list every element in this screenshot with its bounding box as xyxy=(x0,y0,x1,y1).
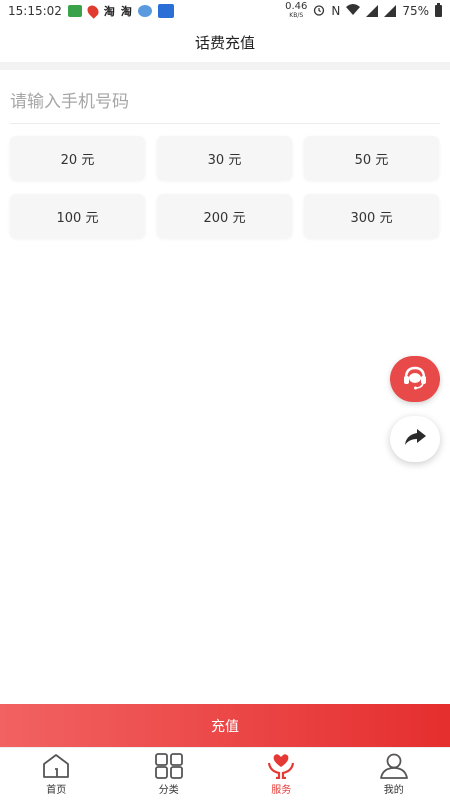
phone-input-row xyxy=(10,80,440,124)
amount-option-100[interactable]: 100 元 xyxy=(10,194,145,238)
header-divider xyxy=(0,62,450,70)
map-pin-icon xyxy=(85,3,101,19)
user-icon xyxy=(379,753,409,779)
taobao-icon: 淘 xyxy=(103,5,115,18)
share-button[interactable] xyxy=(390,416,440,462)
network-speed-value: 0.46 xyxy=(285,1,308,12)
amount-option-30[interactable]: 30 元 xyxy=(157,136,292,180)
nav-label-home: 首页 xyxy=(46,784,67,796)
amount-option-20[interactable]: 20 元 xyxy=(10,136,145,180)
battery-level: 75% xyxy=(402,4,429,18)
amount-option-300[interactable]: 300 元 xyxy=(304,194,439,238)
recharge-button[interactable]: 充值 xyxy=(0,704,450,747)
heart-hands-icon xyxy=(266,753,296,779)
status-time: 15:15:02 xyxy=(8,4,62,18)
nav-item-mine[interactable]: 我的 xyxy=(338,748,450,800)
home-icon xyxy=(41,753,71,779)
amount-option-200[interactable]: 200 元 xyxy=(157,194,292,238)
screen: 15:15:02 淘 淘 0.46 KB/S N 75% 话费充值 请输入手机号… xyxy=(0,0,450,800)
network-speed: 0.46 KB/S xyxy=(285,2,307,20)
header: 话费充值 xyxy=(0,22,450,62)
status-right: 0.46 KB/S N 75% xyxy=(285,2,442,20)
status-bar: 15:15:02 淘 淘 0.46 KB/S N 75% xyxy=(0,0,450,22)
nav-item-category[interactable]: 分类 xyxy=(113,748,226,800)
headset-icon xyxy=(401,364,429,394)
taobao-icon-2: 淘 xyxy=(120,5,132,18)
amount-grid: 20 元 30 元 50 元 100 元 200 元 300 元 xyxy=(10,136,440,238)
amount-option-50[interactable]: 50 元 xyxy=(304,136,439,180)
share-arrow-icon xyxy=(403,427,427,451)
phone-number-input[interactable] xyxy=(10,91,440,112)
app-badge-icon xyxy=(157,4,174,18)
signal-icon-2 xyxy=(384,5,397,17)
battery-icon xyxy=(435,3,442,17)
nav-item-home[interactable]: 首页 xyxy=(0,748,113,800)
app-notification-icon xyxy=(67,5,82,17)
nav-label-category: 分类 xyxy=(158,784,179,796)
bottom-nav: 首页 分类 服务 我的 xyxy=(0,747,450,800)
nav-label-service: 服务 xyxy=(271,784,292,796)
signal-icon xyxy=(366,5,379,17)
nfc-icon: N xyxy=(331,4,341,18)
nav-label-mine: 我的 xyxy=(383,784,404,796)
grid-icon xyxy=(154,752,184,779)
nav-item-service[interactable]: 服务 xyxy=(225,748,338,800)
cloud-app-icon xyxy=(137,5,152,17)
page-title: 话费充值 xyxy=(194,33,255,52)
status-left: 15:15:02 淘 淘 xyxy=(8,3,174,19)
customer-service-button[interactable] xyxy=(390,356,440,402)
wifi-icon xyxy=(346,4,361,18)
alarm-icon xyxy=(313,4,325,19)
network-speed-unit: KB/S xyxy=(289,12,304,19)
